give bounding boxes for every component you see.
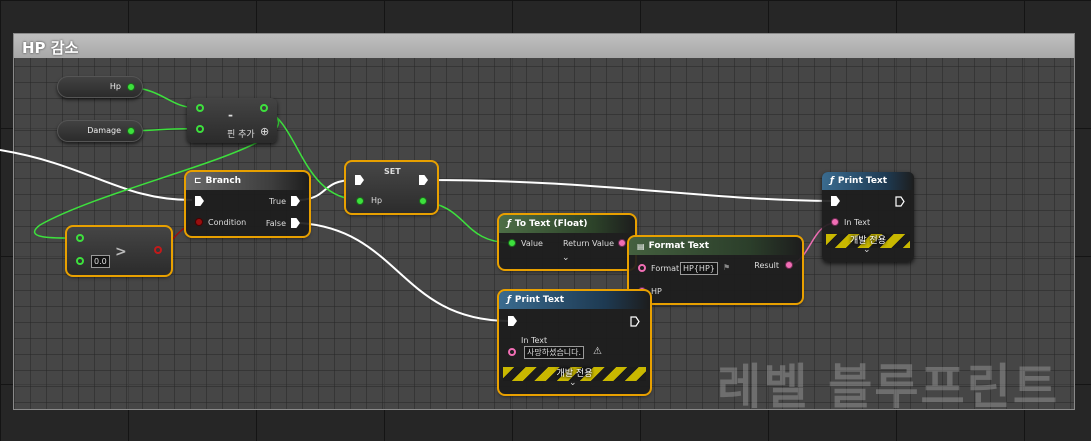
function-icon: ƒ <box>507 219 511 229</box>
print-bottom-exec-in-pin[interactable] <box>508 316 517 326</box>
print-text-bottom-title: Print Text <box>514 295 565 305</box>
print-text-top-title: Print Text <box>837 176 888 186</box>
branch-true-label: True <box>269 197 286 206</box>
damage-getter-label: Damage <box>87 126 121 135</box>
print-bottom-intext-label: In Text <box>521 336 548 345</box>
damage-getter-node[interactable]: Damage <box>57 120 143 142</box>
print-text-node-top[interactable]: ƒ Print Text In Text 개발 전용 ⌄ <box>822 172 914 262</box>
branch-condition-label: Condition <box>208 218 247 227</box>
format-label: Format <box>651 264 680 273</box>
branch-exec-in-pin[interactable] <box>195 196 204 206</box>
subtract-output-pin[interactable] <box>260 104 268 112</box>
compare-input-a-pin[interactable] <box>76 234 84 242</box>
set-exec-in-pin[interactable] <box>355 175 364 185</box>
print-top-intext-pin[interactable] <box>831 218 839 226</box>
format-value-field[interactable]: HP{HP} <box>680 262 718 275</box>
print-text-node-bottom[interactable]: ƒ Print Text In Text 사망하셨습니다. ⚠ 개발 전용 ⌄ <box>497 289 652 396</box>
blueprint-graph[interactable]: HP 감소 Hp Damage - 핀 추가 ⊕ 0.0 > ⊏ Branch … <box>0 0 1091 441</box>
print-top-exec-out-pin[interactable] <box>895 196 905 207</box>
to-text-value-label: Value <box>521 239 543 248</box>
to-text-title: To Text (Float) <box>514 219 588 229</box>
function-icon: ƒ <box>830 176 834 186</box>
print-top-exec-in-pin[interactable] <box>831 196 840 206</box>
flag-icon: ⚑ <box>723 263 731 272</box>
branch-true-pin[interactable] <box>291 196 300 206</box>
branch-condition-pin[interactable] <box>195 218 203 226</box>
set-hp-label: Hp <box>371 196 383 205</box>
set-exec-out-pin[interactable] <box>419 175 428 185</box>
set-node[interactable]: SET Hp <box>344 160 439 215</box>
chevron-down-icon[interactable]: ⌄ <box>562 253 570 263</box>
add-pin-icon[interactable]: ⊕ <box>260 125 269 138</box>
to-text-value-pin[interactable] <box>508 239 516 247</box>
subtract-input-a-pin[interactable] <box>196 104 204 112</box>
chevron-down-icon[interactable]: ⌄ <box>569 378 577 388</box>
format-text-title: Format Text <box>648 241 710 251</box>
to-text-float-node[interactable]: ƒ To Text (Float) Value Return Value ⌄ <box>497 213 637 271</box>
branch-false-label: False <box>265 219 286 228</box>
set-hp-output-pin[interactable] <box>419 197 427 205</box>
subtract-symbol: - <box>228 108 233 122</box>
format-text-header[interactable]: ▤ Format Text <box>629 237 802 255</box>
format-text-icon: ▤ <box>637 241 645 251</box>
set-title: SET <box>384 167 401 176</box>
compare-input-b-pin[interactable] <box>76 257 84 265</box>
hp-getter-node[interactable]: Hp <box>57 76 143 98</box>
subtract-node[interactable]: - 핀 추가 ⊕ <box>187 98 277 143</box>
greater-than-node[interactable]: 0.0 > <box>65 225 173 277</box>
branch-node[interactable]: ⊏ Branch True Condition False <box>184 170 311 238</box>
comment-title[interactable]: HP 감소 <box>14 34 1074 58</box>
level-blueprint-watermark: 레벨 블루프린트 <box>717 359 1059 415</box>
to-text-return-label: Return Value <box>562 239 614 248</box>
print-text-top-header[interactable]: ƒ Print Text <box>822 172 914 190</box>
branch-false-pin[interactable] <box>291 218 300 228</box>
compare-operator: > <box>115 244 127 260</box>
print-bottom-intext-field[interactable]: 사망하셨습니다. <box>524 346 585 359</box>
print-bottom-exec-out-pin[interactable] <box>630 316 640 327</box>
compare-output-pin[interactable] <box>154 246 162 254</box>
set-hp-input-pin[interactable] <box>356 197 364 205</box>
to-text-return-pin[interactable] <box>618 239 626 247</box>
print-bottom-intext-pin[interactable] <box>508 348 516 356</box>
print-text-bottom-header[interactable]: ƒ Print Text <box>499 291 650 309</box>
format-text-node[interactable]: ▤ Format Text Format HP{HP} ⚑ Result HP <box>627 235 804 305</box>
hp-getter-label: Hp <box>109 82 121 91</box>
warning-icon: ⚠ <box>593 346 602 357</box>
branch-icon: ⊏ <box>194 176 202 186</box>
chevron-down-icon[interactable]: ⌄ <box>863 245 871 255</box>
branch-header[interactable]: ⊏ Branch <box>186 172 309 190</box>
add-pin-label[interactable]: 핀 추가 <box>227 127 255 140</box>
damage-output-pin[interactable] <box>127 127 135 135</box>
format-input-pin[interactable] <box>638 264 646 272</box>
format-result-pin[interactable] <box>785 261 793 269</box>
format-hp-label: HP <box>651 287 662 296</box>
function-icon: ƒ <box>507 295 511 305</box>
compare-value-field[interactable]: 0.0 <box>91 255 110 268</box>
hp-output-pin[interactable] <box>127 83 135 91</box>
print-top-intext-label: In Text <box>844 218 871 227</box>
format-result-label: Result <box>754 261 779 270</box>
subtract-input-b-pin[interactable] <box>196 125 204 133</box>
to-text-header[interactable]: ƒ To Text (Float) <box>499 215 635 233</box>
branch-title: Branch <box>205 176 242 186</box>
